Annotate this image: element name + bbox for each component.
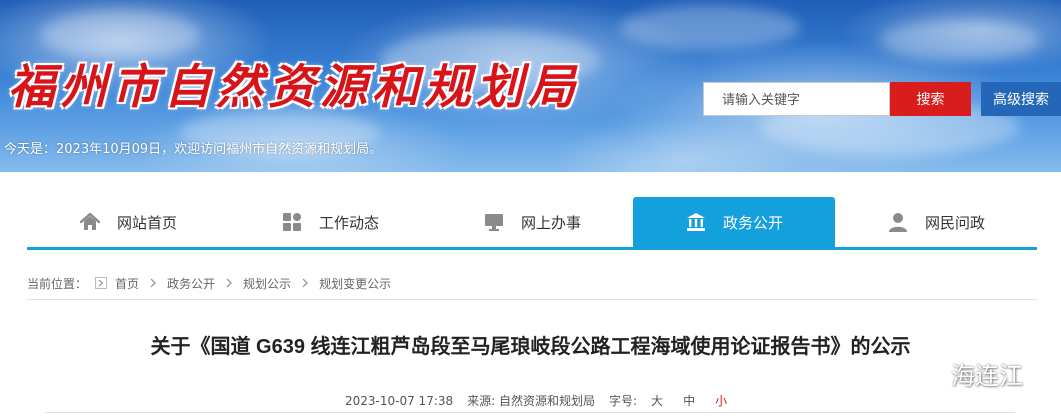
nav-item-label: 工作动态 (318, 213, 379, 232)
watermark: 海连江 (905, 356, 1023, 391)
breadcrumb-prefix: 当前位置： (27, 276, 88, 291)
font-size-medium[interactable]: 中 (683, 392, 695, 409)
article-title: 关于《国道 G639 线连江粗芦岛段至马尾琅岐段公路工程海域使用论证报告书》的公… (150, 336, 911, 358)
grid-icon (282, 213, 301, 231)
article-source: 来源: 自然资源和规划局 (467, 394, 595, 408)
search-box[interactable] (703, 82, 898, 116)
breadcrumb: 当前位置： 首页 政务公开 规划公示 规划变更公示 (27, 274, 391, 292)
breadcrumb-government-affairs[interactable]: 政务公开 (167, 275, 215, 292)
user-icon (888, 213, 907, 232)
divider (45, 412, 1015, 413)
header-banner: 福州市自然资源和规划局 搜索 高级搜索 今天是：2023年10月09日，欢迎访问… (0, 0, 1061, 172)
nav-item-government-affairs[interactable]: 政务公开 (633, 197, 835, 247)
nav-item-label: 网站首页 (116, 213, 177, 232)
wechat-icon (907, 360, 943, 387)
publish-date: 2023-10-07 17:38 (345, 393, 454, 408)
watermark-text: 海连江 (951, 362, 1023, 390)
monitor-icon (484, 214, 503, 231)
main-nav: 网站首页 工作动态 网上办事 政务公开 网民问政 (27, 197, 1037, 250)
chevron-right-icon (302, 278, 308, 288)
search-input[interactable] (722, 84, 898, 114)
chevron-right-icon (150, 278, 156, 288)
article-meta: 2023-10-07 17:38 来源: 自然资源和规划局 字号: 大 中 小 (345, 392, 747, 409)
nav-item-label: 政务公开 (722, 213, 783, 232)
breadcrumb-planning-notice[interactable]: 规划公示 (243, 275, 291, 292)
site-title: 福州市自然资源和规划局 (8, 60, 580, 115)
nav-item-news[interactable]: 工作动态 (229, 197, 431, 247)
date-welcome-text: 今天是：2023年10月09日，欢迎访问福州市自然资源和规划局。 (4, 142, 383, 157)
institution-icon (686, 213, 705, 231)
advanced-search-button[interactable]: 高级搜索 (981, 82, 1061, 116)
nav-item-public-inquiry[interactable]: 网民问政 (835, 197, 1037, 247)
search-button[interactable]: 搜索 (890, 82, 971, 116)
nav-item-online-services[interactable]: 网上办事 (431, 197, 633, 247)
breadcrumb-home[interactable]: 首页 (115, 275, 139, 292)
home-icon (79, 212, 101, 230)
font-size-label: 字号: (609, 394, 638, 408)
font-size-large[interactable]: 大 (651, 392, 663, 409)
nav-item-label: 网上办事 (520, 213, 581, 232)
nav-item-label: 网民问政 (924, 213, 985, 232)
font-size-small[interactable]: 小 (715, 392, 727, 409)
divider (27, 299, 1037, 300)
breadcrumb-planning-change-notice[interactable]: 规划变更公示 (319, 275, 391, 292)
chevron-right-icon (226, 278, 232, 288)
separator-icon (95, 277, 108, 289)
nav-item-home[interactable]: 网站首页 (27, 197, 229, 247)
